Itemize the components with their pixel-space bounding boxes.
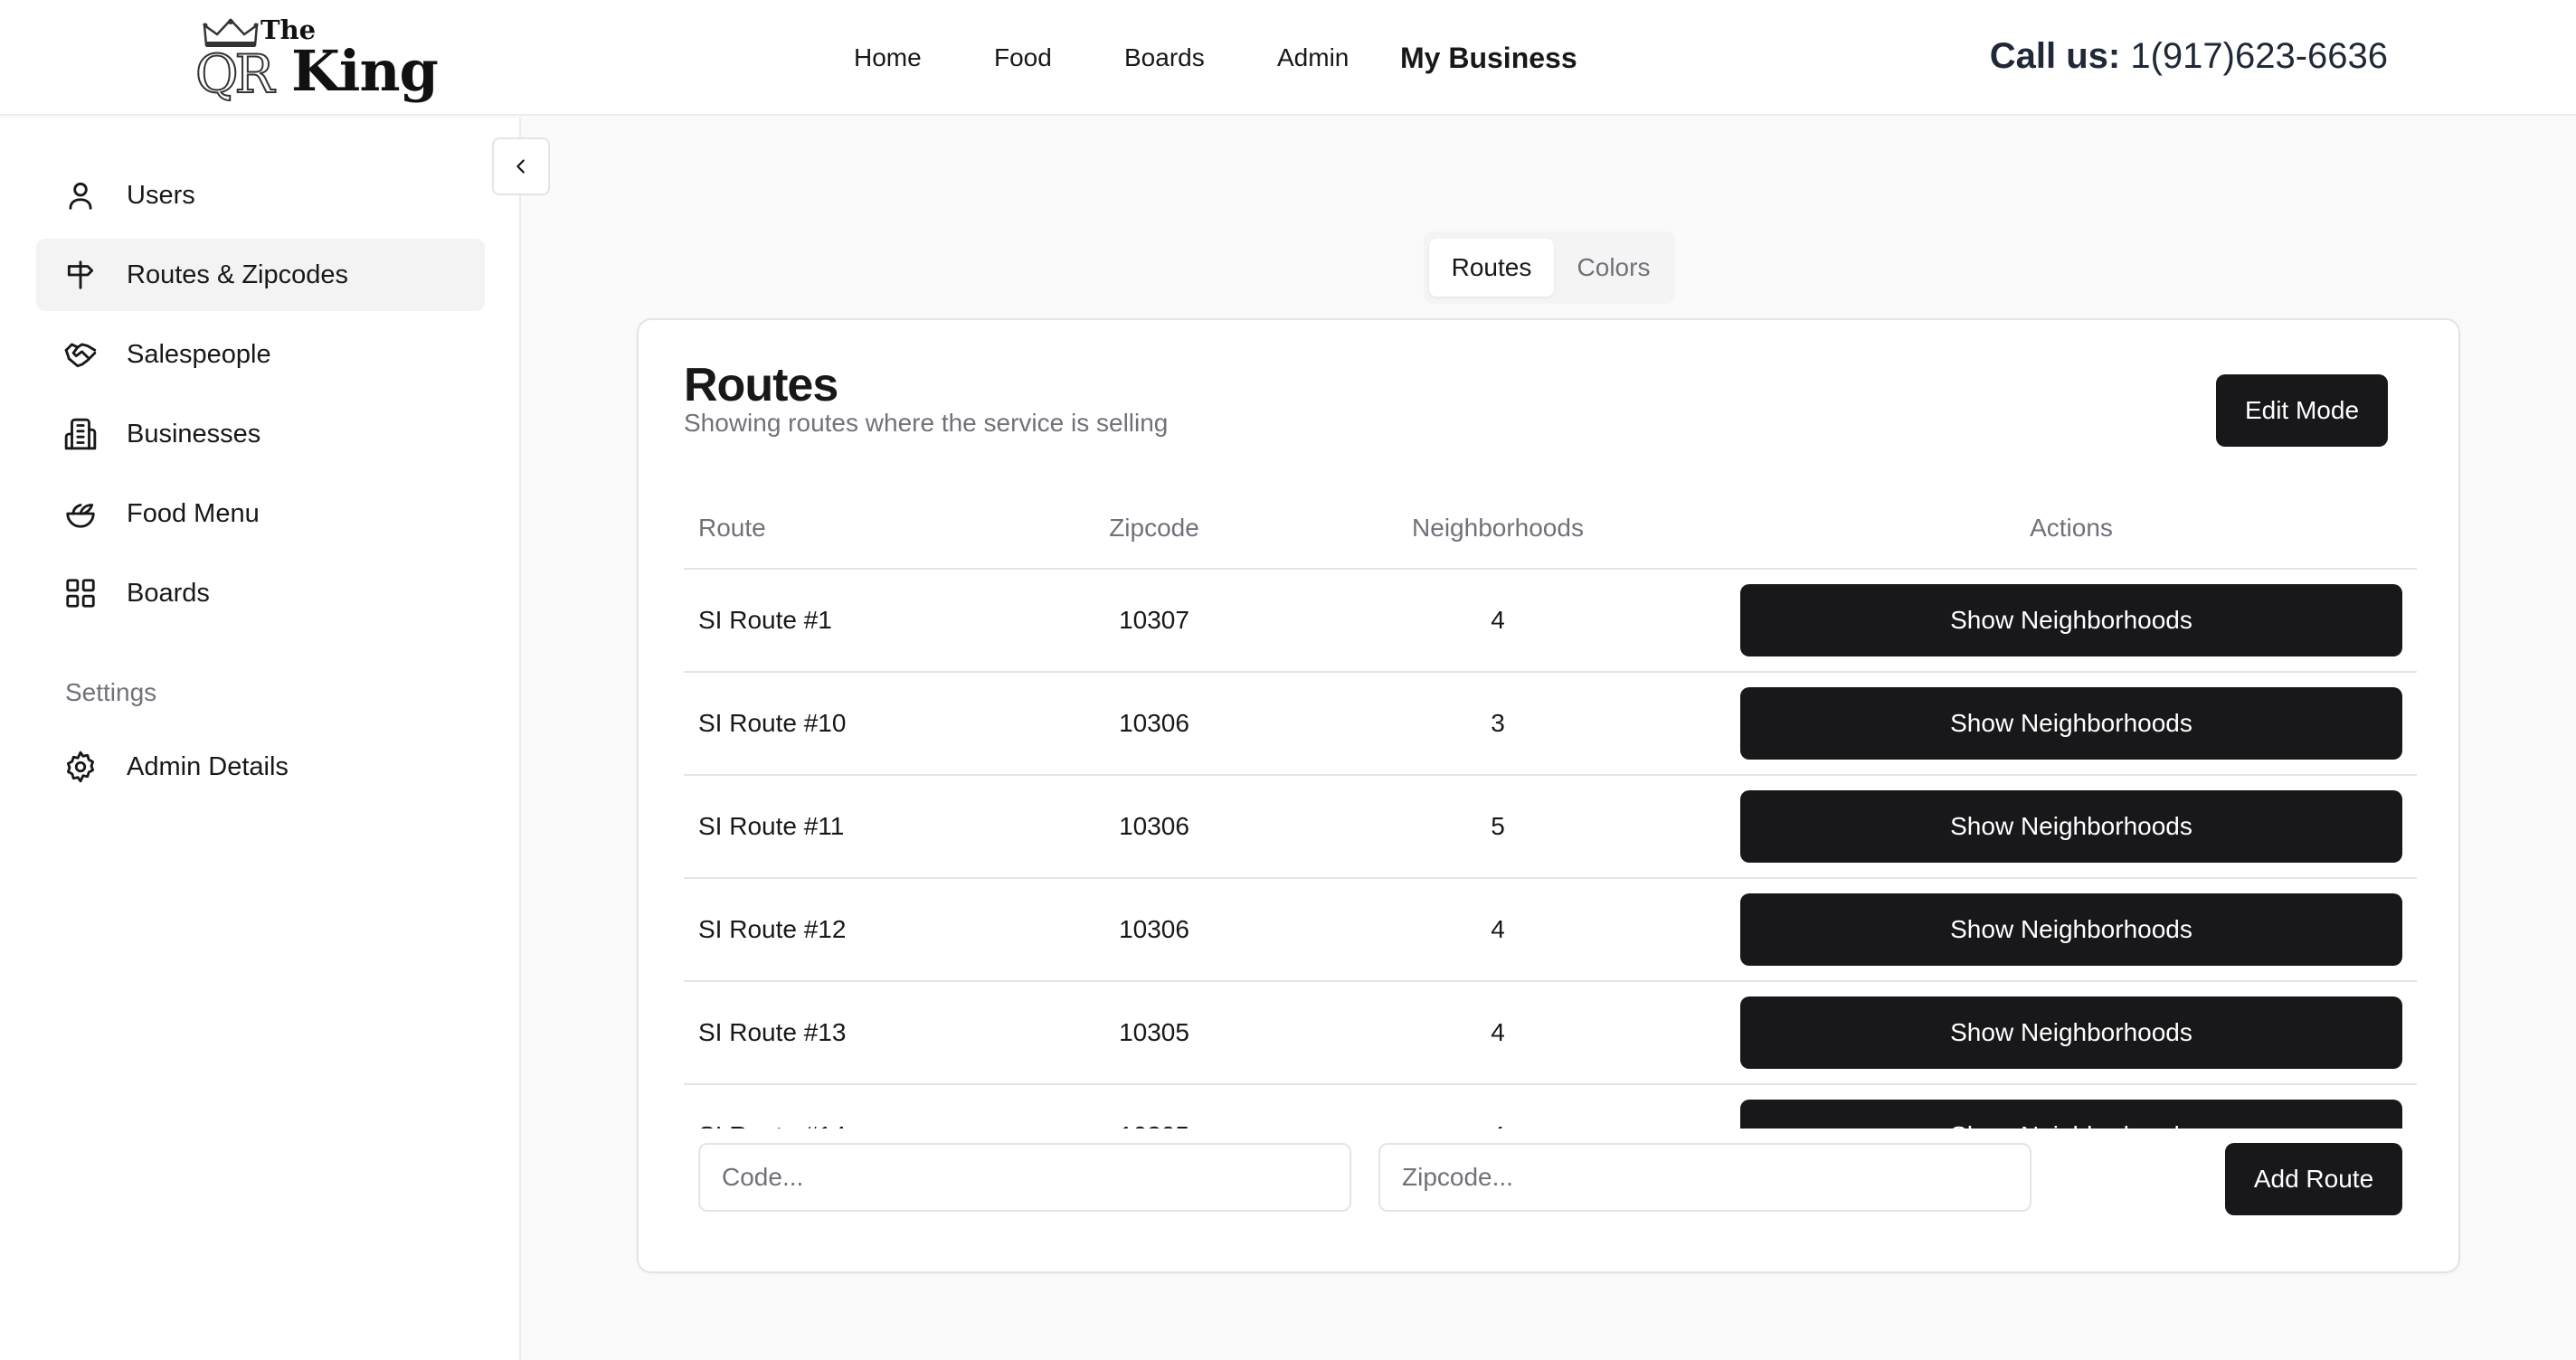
table-row: SI Route #13 10305 4 Show Neighborhoods [684, 982, 2417, 1085]
neighborhoods-cell: 5 [1491, 812, 1505, 840]
table-row: SI Route #14 10305 4 Show Neighborhoods [684, 1085, 2417, 1129]
settings-heading: Settings [65, 678, 157, 706]
building-icon [64, 418, 97, 450]
route-cell: SI Route #14 [698, 1085, 846, 1129]
route-cell: SI Route #12 [698, 915, 847, 943]
call-label: Call us: [1989, 36, 2121, 76]
sidebar-item-label: Users [127, 180, 195, 210]
table-row: SI Route #1 10307 4 Show Neighborhoods [684, 570, 2417, 673]
show-neighborhoods-button[interactable]: Show Neighborhoods [1740, 1100, 2402, 1129]
sidebar-item-routes-zipcodes[interactable]: Routes & Zipcodes [36, 239, 485, 311]
show-neighborhoods-button[interactable]: Show Neighborhoods [1740, 687, 2402, 760]
show-neighborhoods-button[interactable]: Show Neighborhoods [1740, 790, 2402, 863]
signpost-icon [67, 260, 94, 289]
code-input[interactable] [698, 1143, 1351, 1212]
zipcode-cell: 10307 [1119, 606, 1189, 634]
sidebar-item-label: Businesses [127, 419, 261, 449]
sidebar-item-users[interactable]: Users [36, 159, 485, 231]
sidebar-item-salespeople[interactable]: Salespeople [36, 318, 485, 391]
route-cell: SI Route #1 [698, 606, 832, 634]
grid-icon [66, 579, 95, 608]
zipcode-cell: 10305 [1064, 1085, 1245, 1129]
sidebar-item-boards[interactable]: Boards [36, 557, 485, 629]
chevron-left-icon [516, 159, 525, 174]
gear-icon [66, 751, 95, 783]
tab-colors[interactable]: Colors [1559, 239, 1668, 297]
show-neighborhoods-button[interactable]: Show Neighborhoods [1740, 584, 2402, 656]
column-header-actions: Actions [2030, 514, 2113, 542]
nav-boards[interactable]: Boards [1124, 38, 1205, 78]
neighborhoods-cell: 4 [1491, 1018, 1505, 1046]
neighborhoods-cell: 4 [1407, 1085, 1588, 1129]
sidebar-item-businesses[interactable]: Businesses [36, 398, 485, 470]
sidebar: Users Routes & Zipcodes Salespeople Busi… [0, 118, 521, 1360]
table-row: SI Route #10 10306 3 Show Neighborhoods [684, 673, 2417, 776]
zipcode-cell: 10306 [1119, 812, 1189, 840]
sidebar-item-label: Boards [127, 578, 210, 608]
neighborhoods-cell: 4 [1491, 915, 1505, 943]
sidebar-item-admin-details[interactable]: Admin Details [36, 731, 485, 803]
phone-number[interactable]: 1(917)623-6636 [2130, 36, 2388, 76]
route-cell: SI Route #11 [698, 812, 845, 840]
route-cell: SI Route #13 [698, 1018, 847, 1046]
call-us: Call us: 1(917)623-6636 [1990, 31, 2388, 81]
column-header-neighborhoods: Neighborhoods [1412, 514, 1584, 542]
nav-admin[interactable]: Admin [1277, 38, 1349, 78]
routes-table[interactable]: Route Zipcode Neighborhoods Actions SI R… [684, 488, 2417, 1129]
neighborhoods-cell: 3 [1491, 709, 1505, 737]
column-header-zipcode: Zipcode [1109, 514, 1199, 542]
sidebar-item-label: Admin Details [127, 751, 289, 781]
zipcode-input[interactable] [1378, 1143, 2031, 1212]
zipcode-cell: 10306 [1119, 709, 1189, 737]
page-subtitle: Showing routes where the service is sell… [684, 409, 1169, 437]
sidebar-item-food-menu[interactable]: Food Menu [36, 477, 485, 550]
sidebar-item-label: Routes & Zipcodes [127, 260, 349, 289]
table-row: SI Route #12 10306 4 Show Neighborhoods [684, 879, 2417, 982]
table-row: SI Route #11 10306 5 Show Neighborhoods [684, 776, 2417, 879]
route-cell: SI Route #10 [698, 709, 847, 737]
page-title: Routes [684, 359, 838, 411]
show-neighborhoods-button[interactable]: Show Neighborhoods [1740, 996, 2402, 1069]
view-tabs: Routes Colors [1424, 231, 1675, 304]
collapse-sidebar-button[interactable] [492, 137, 550, 195]
nav-my-business[interactable]: My Business [1400, 38, 1577, 78]
nav-home[interactable]: Home [854, 38, 922, 78]
nav-food[interactable]: Food [994, 38, 1052, 78]
edit-mode-button[interactable]: Edit Mode [2216, 374, 2388, 447]
handshake-icon [64, 343, 97, 368]
salad-icon [66, 504, 95, 528]
tab-routes[interactable]: Routes [1429, 239, 1554, 297]
routes-card: Routes Showing routes where the service … [637, 318, 2460, 1273]
add-route-button[interactable]: Add Route [2225, 1143, 2402, 1215]
show-neighborhoods-button[interactable]: Show Neighborhoods [1740, 893, 2402, 966]
neighborhoods-cell: 4 [1491, 606, 1505, 634]
column-header-route: Route [698, 514, 766, 542]
user-icon [69, 182, 92, 210]
zipcode-cell: 10305 [1119, 1018, 1189, 1046]
top-header: The QR King Home Food Boards Admin My Bu… [0, 0, 2576, 116]
sidebar-item-label: Salespeople [127, 339, 271, 369]
sidebar-item-label: Food Menu [127, 498, 260, 528]
zipcode-cell: 10306 [1119, 915, 1189, 943]
